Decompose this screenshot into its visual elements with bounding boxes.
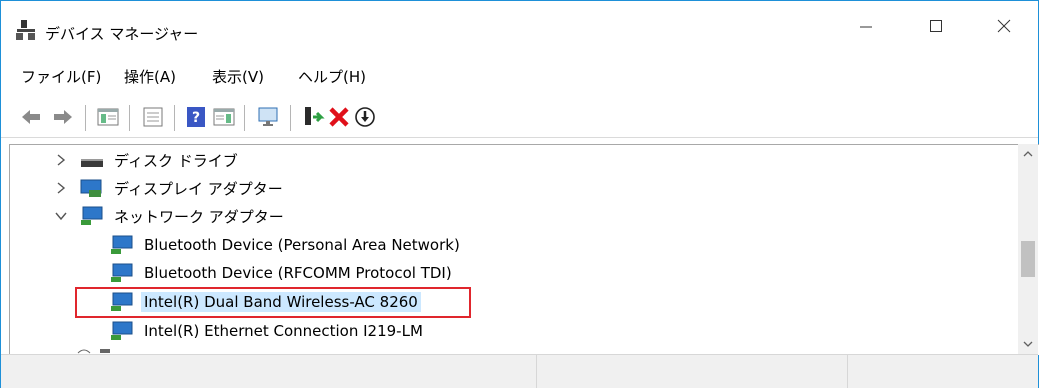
scroll-up-button[interactable] <box>1018 144 1038 164</box>
toolbar-separator <box>290 105 291 131</box>
tree-item-label: ディスク ドライブ <box>114 151 238 170</box>
status-pane <box>536 355 847 388</box>
minimize-icon <box>860 26 872 28</box>
toolbar: ? <box>1 97 1038 138</box>
disable-device-icon[interactable] <box>353 105 377 129</box>
chevron-down-icon <box>1023 341 1033 347</box>
highlight-box <box>75 287 471 318</box>
show-hide-console-tree-icon[interactable] <box>96 105 120 129</box>
properties-icon[interactable] <box>141 105 165 129</box>
menu-view[interactable]: 表示(V) <box>212 66 264 87</box>
tree-item-display-adapters[interactable]: ディスプレイ アダプター <box>54 175 283 201</box>
forward-arrow-icon[interactable] <box>51 105 75 129</box>
update-driver-icon[interactable] <box>301 105 325 129</box>
status-pane <box>847 355 1038 388</box>
minimize-button[interactable] <box>833 1 899 51</box>
menu-help[interactable]: ヘルプ(H) <box>298 66 366 87</box>
tree-item-bluetooth-rfcomm[interactable]: Bluetooth Device (RFCOMM Protocol TDI) <box>110 260 452 286</box>
network-adapter-icon <box>111 321 133 340</box>
toolbar-separator <box>244 105 245 131</box>
tree-item-disk-drives[interactable]: ディスク ドライブ <box>54 147 238 173</box>
scroll-thumb[interactable] <box>1021 241 1035 277</box>
toolbar-separator <box>129 105 130 131</box>
tree-item-label: ディスプレイ アダプター <box>114 179 283 198</box>
network-adapter-icon <box>111 235 133 254</box>
toolbar-separator <box>174 105 175 131</box>
tree-item-label: ネットワーク アダプター <box>114 207 284 226</box>
menu-bar: ファイル(F) 操作(A) 表示(V) ヘルプ(H) <box>1 58 1038 94</box>
close-button[interactable] <box>971 1 1037 51</box>
vertical-scrollbar[interactable] <box>1018 144 1038 354</box>
menu-action[interactable]: 操作(A) <box>124 66 176 87</box>
network-adapter-icon <box>111 263 133 282</box>
uninstall-icon[interactable] <box>327 105 351 129</box>
chevron-right-icon[interactable] <box>54 181 68 195</box>
tree-item-intel-ethernet[interactable]: Intel(R) Ethernet Connection I219-LM <box>110 318 423 344</box>
scan-hardware-icon[interactable] <box>257 105 281 129</box>
toolbar-separator <box>85 105 86 131</box>
action-pane-icon[interactable] <box>212 105 236 129</box>
close-icon <box>997 19 1011 33</box>
device-manager-icon <box>16 20 35 40</box>
svg-text:?: ? <box>192 110 200 126</box>
tree-item-network-adapters[interactable]: ネットワーク アダプター <box>54 203 284 229</box>
title-bar: デバイス マネージャー <box>1 1 1038 51</box>
display-adapter-icon <box>80 179 102 197</box>
maximize-icon <box>930 20 942 32</box>
maximize-button[interactable] <box>903 1 969 51</box>
disk-drive-icon <box>81 159 103 167</box>
menu-file[interactable]: ファイル(F) <box>21 66 101 87</box>
status-bar <box>1 354 1038 388</box>
scroll-down-button[interactable] <box>1018 334 1038 354</box>
device-tree: ディスク ドライブ ディスプレイ アダプター ネットワーク アダプター Blue… <box>9 144 1039 355</box>
tree-item-label: Intel(R) Ethernet Connection I219-LM <box>144 322 423 340</box>
tree-item-label: Bluetooth Device (RFCOMM Protocol TDI) <box>144 264 452 282</box>
window-title: デバイス マネージャー <box>45 25 199 43</box>
tree-item-bluetooth-pan[interactable]: Bluetooth Device (Personal Area Network) <box>110 232 460 258</box>
chevron-right-icon[interactable] <box>54 153 68 167</box>
chevron-up-icon <box>1023 151 1033 157</box>
device-manager-window: デバイス マネージャー ファイル(F) 操作(A) 表示(V) ヘルプ(H) ?… <box>0 0 1039 388</box>
help-icon[interactable]: ? <box>184 105 208 129</box>
tree-item-label: Bluetooth Device (Personal Area Network) <box>144 236 460 254</box>
chevron-down-icon[interactable] <box>54 209 68 223</box>
back-arrow-icon[interactable] <box>19 105 43 129</box>
network-adapter-icon <box>81 206 103 225</box>
